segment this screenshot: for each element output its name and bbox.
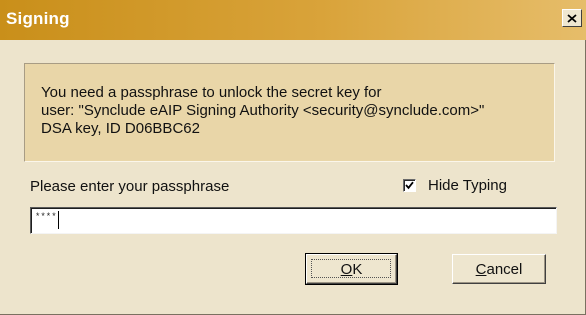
hide-typing-checkbox[interactable]: Hide Typing — [403, 177, 507, 194]
focus-rectangle — [311, 259, 391, 278]
info-message-line: You need a passphrase to unlock the secr… — [41, 84, 382, 101]
info-key-id-line: DSA key, ID D06BBC62 — [41, 120, 200, 137]
signing-dialog: Signing You need a passphrase to unlock … — [0, 0, 586, 315]
close-icon — [567, 13, 577, 23]
check-icon — [405, 177, 414, 194]
passphrase-input[interactable]: **** — [30, 207, 557, 234]
title-bar[interactable]: Signing — [0, 0, 586, 40]
info-user-line: user: "Synclude eAIP Signing Authority <… — [41, 102, 485, 119]
text-caret — [57, 211, 59, 229]
cancel-button[interactable]: Cancel — [452, 254, 546, 284]
key-info-panel: You need a passphrase to unlock the secr… — [24, 63, 555, 162]
checkbox-box[interactable] — [403, 179, 416, 192]
window-title: Signing — [6, 9, 70, 28]
passphrase-masked-value: **** — [35, 212, 57, 222]
cancel-mnemonic: C — [475, 260, 487, 278]
passphrase-label: Please enter your passphrase — [30, 178, 230, 195]
cancel-label-rest: ancel — [486, 260, 523, 278]
hide-typing-label: Hide Typing — [428, 177, 507, 194]
close-button[interactable] — [562, 9, 582, 27]
ok-button[interactable]: OK — [305, 253, 398, 285]
